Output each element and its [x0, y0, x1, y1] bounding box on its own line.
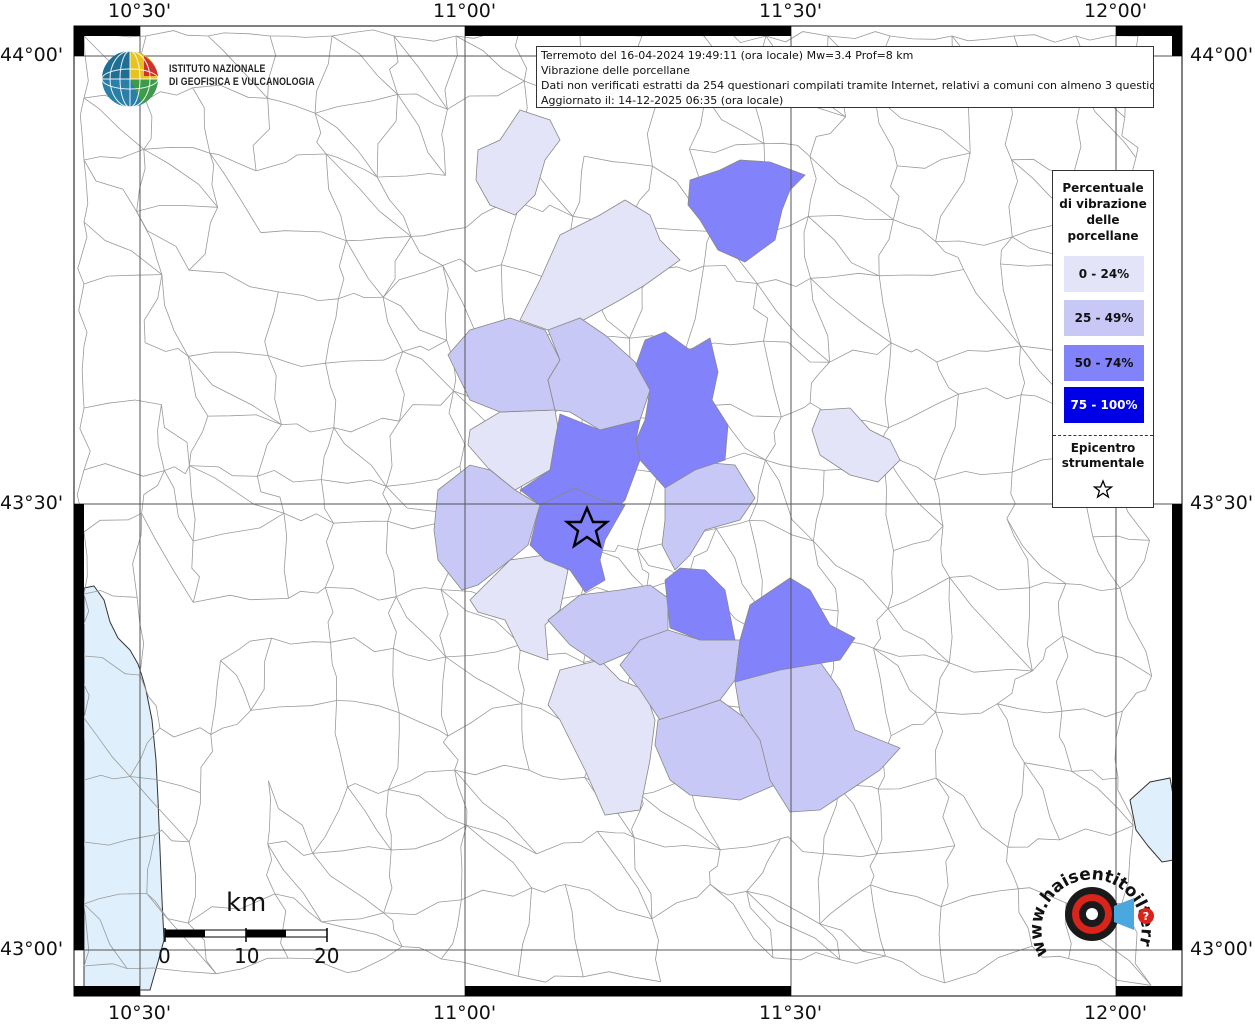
legend-label: 50 - 74%	[1074, 356, 1134, 370]
haisentito-logo: www.haisentitoilterremoto.it ?	[1030, 862, 1157, 960]
legend-swatch-75-100: 75 - 100%	[1064, 387, 1144, 423]
title-line-event: Terremoto del 16-04-2024 19:49:11 (ora l…	[541, 49, 914, 62]
legend-label: 25 - 49%	[1074, 311, 1134, 325]
lon-label-top-1130: 11°30'	[759, 0, 823, 22]
legend-label: 0 - 24%	[1078, 267, 1130, 281]
title-line-updated: Aggiornato il: 14-12-2025 06:35 (ora loc…	[541, 94, 784, 107]
ingv-globe-icon	[101, 50, 159, 108]
lon-label-top-1100: 11°00'	[433, 0, 497, 22]
lon-label-bottom-1100: 11°00'	[433, 1002, 497, 1024]
svg-text:?: ?	[1143, 910, 1149, 923]
institute-line1: ISTITUTO NAZIONALE	[169, 63, 266, 75]
lon-label-bottom-1030: 10°30'	[108, 1002, 172, 1024]
institute-line2: DI GEOFISICA E VULCANOLOGIA	[169, 76, 315, 88]
legend-title: Percentuale di vibrazione delle porcella…	[1059, 181, 1147, 243]
scale-tick-0: 0	[158, 944, 171, 968]
lon-label-bottom-1200: 12°00'	[1084, 1002, 1148, 1024]
lat-label-left-4300: 43°00'	[0, 938, 64, 960]
lat-label-right-4330: 43°30'	[1190, 492, 1254, 514]
legend-swatch-50-74: 50 - 74%	[1064, 345, 1144, 381]
legend: Percentuale di vibrazione delle porcella…	[1052, 170, 1154, 508]
legend-star-icon	[1092, 479, 1114, 499]
institute-name: ISTITUTO NAZIONALE DI GEOFISICA E VULCAN…	[169, 63, 315, 89]
legend-label: 75 - 100%	[1070, 398, 1138, 412]
lat-label-left-4400: 44°00'	[0, 44, 64, 66]
legend-swatch-25-49: 25 - 49%	[1064, 300, 1144, 336]
legend-swatch-0-24: 0 - 24%	[1064, 256, 1144, 292]
title-line-source: Dati non verificati estratti da 254 ques…	[541, 79, 1154, 92]
scale-unit: km	[226, 888, 267, 918]
map-frame	[73, 25, 1183, 997]
lat-label-left-4330: 43°30'	[0, 492, 64, 514]
title-box: Terremoto del 16-04-2024 19:49:11 (ora l…	[536, 46, 1154, 108]
scale-tick-20: 20	[314, 944, 340, 968]
lon-label-top-1200: 12°00'	[1084, 0, 1148, 22]
lon-label-top-1030: 10°30'	[108, 0, 172, 22]
title-line-parameter: Vibrazione delle porcellane	[541, 64, 690, 77]
scale-tick-10: 10	[234, 944, 260, 968]
lat-label-right-4400: 44°00'	[1190, 44, 1254, 66]
legend-separator	[1053, 435, 1153, 436]
lat-label-right-4300: 43°00'	[1190, 938, 1254, 960]
legend-epicenter-label: Epicentro strumentale	[1061, 441, 1145, 470]
lon-label-bottom-1130: 11°30'	[759, 1002, 823, 1024]
